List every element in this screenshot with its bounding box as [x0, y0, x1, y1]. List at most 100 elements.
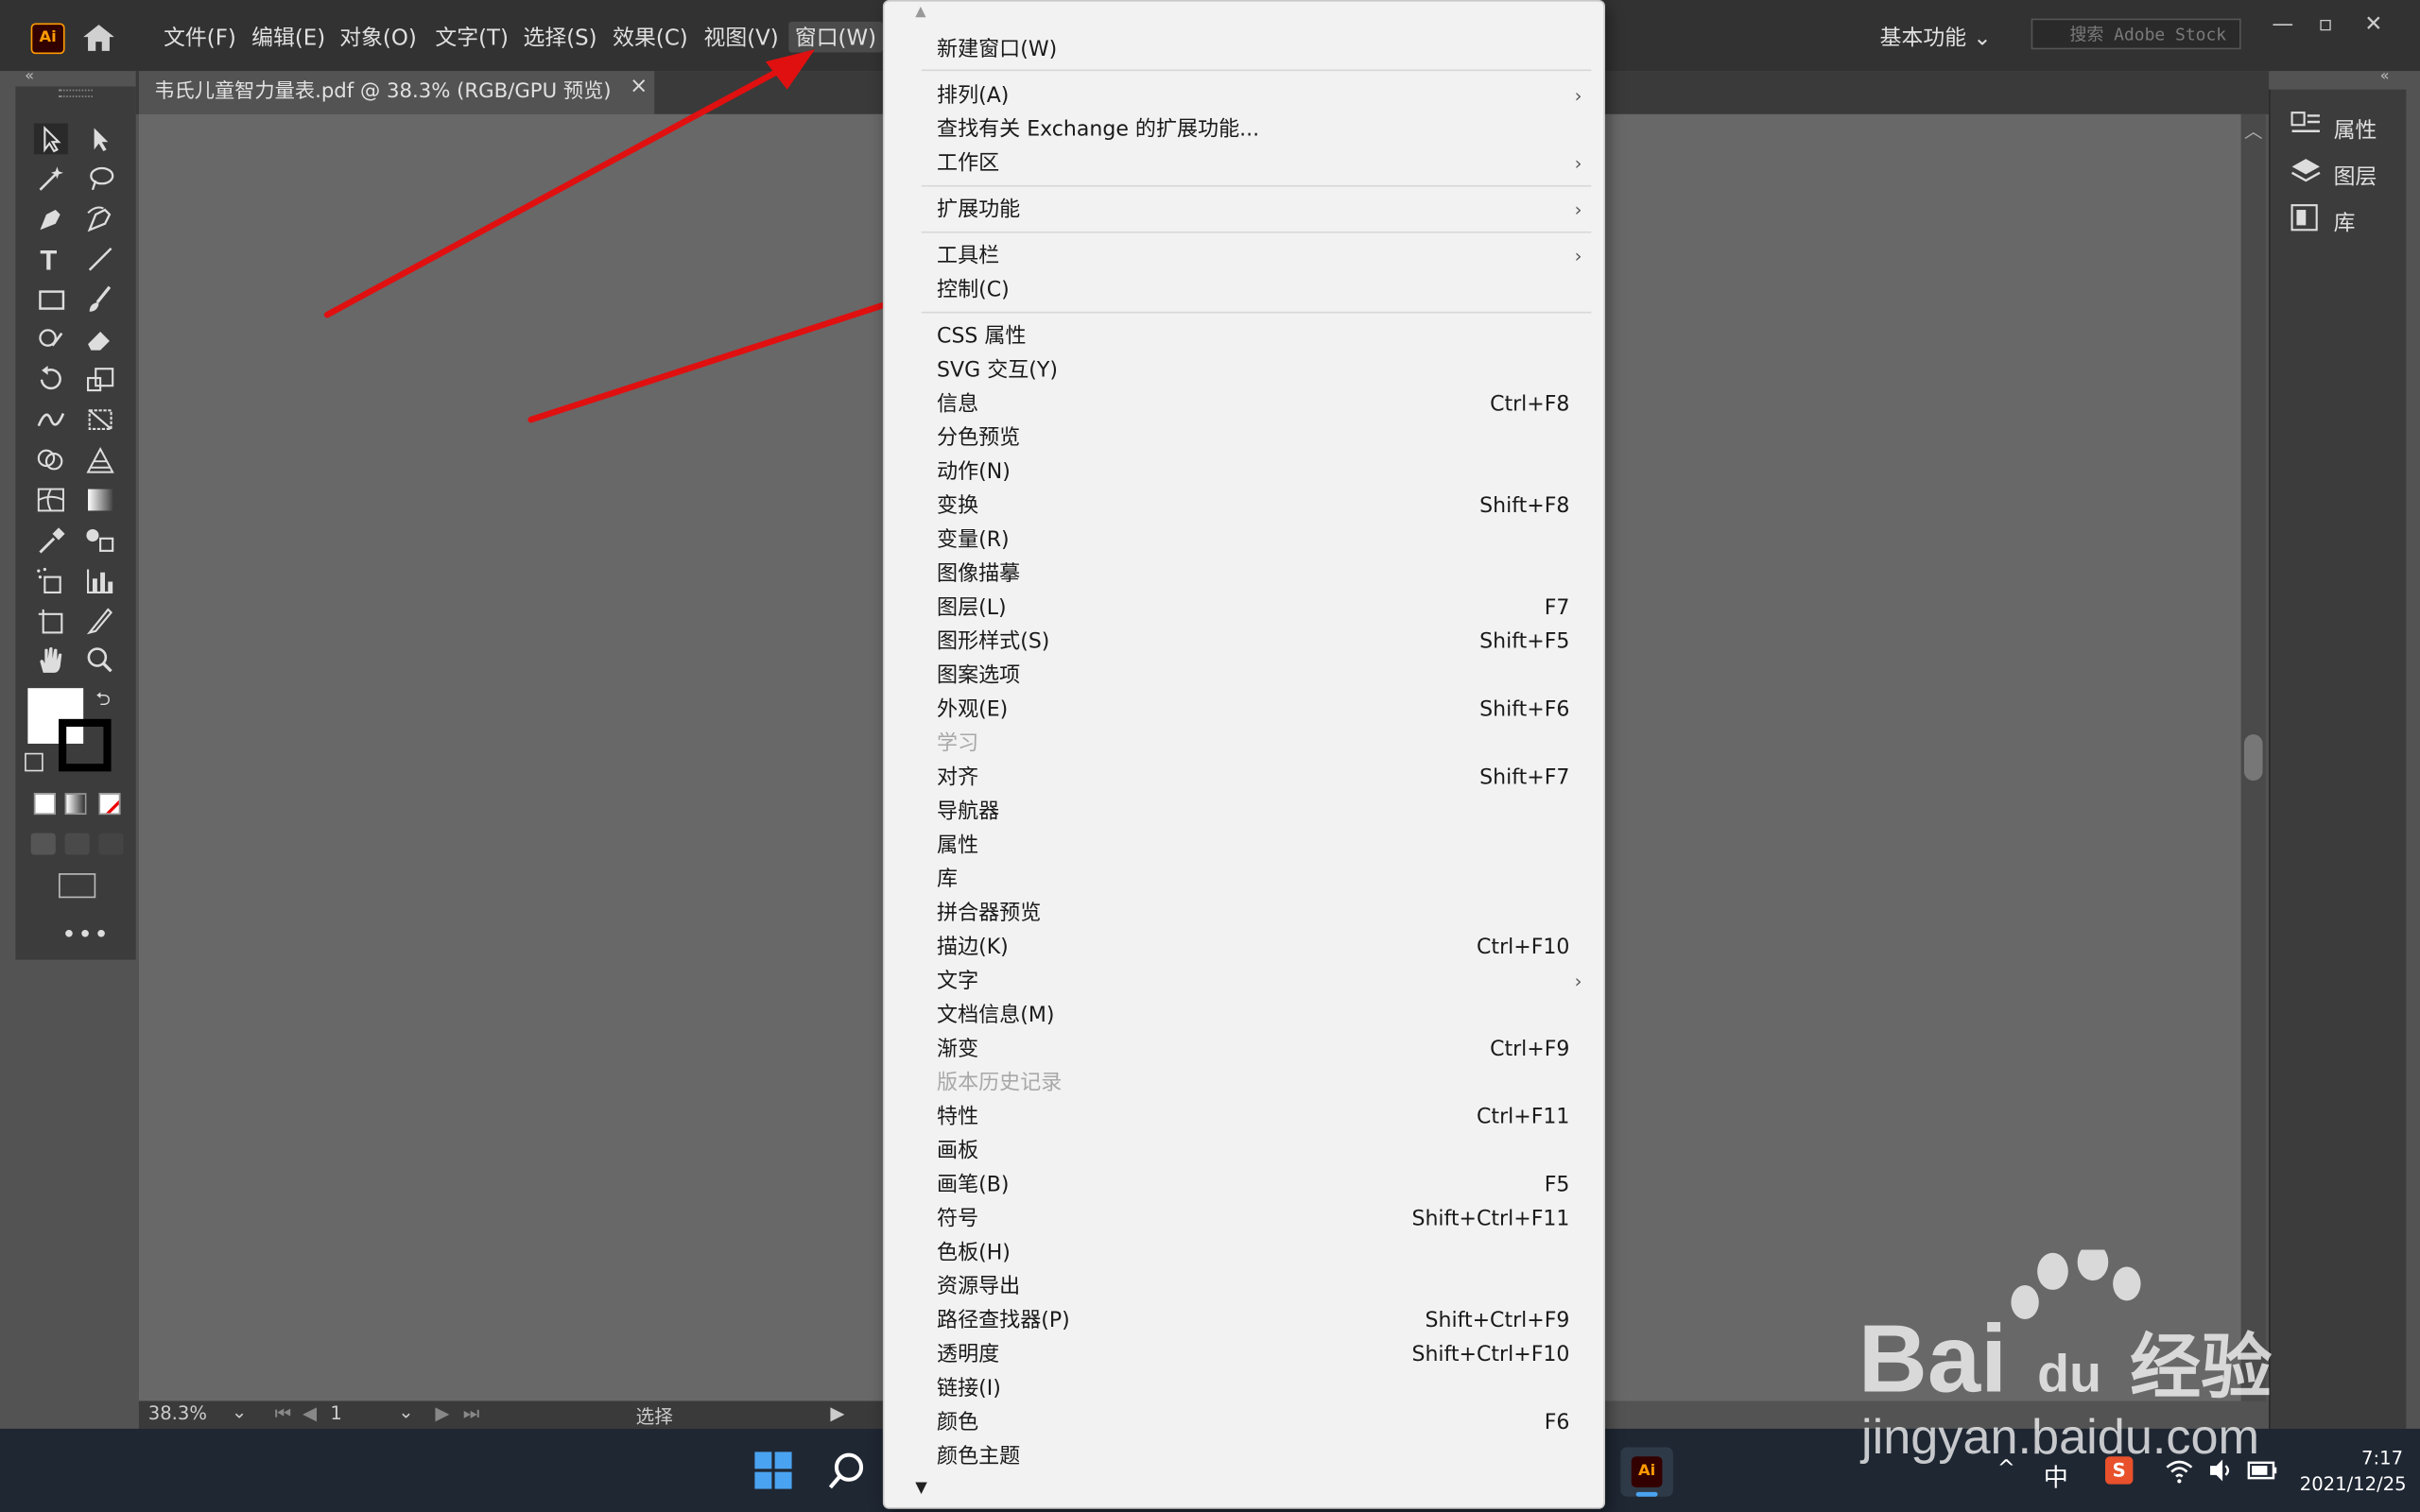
layers-icon[interactable] [2290, 158, 2322, 185]
menu-scroll-down-icon[interactable]: ▼ [915, 1480, 927, 1497]
zoom-level-field[interactable]: 38.3% [148, 1402, 207, 1424]
menu-item-navigator[interactable]: 导航器 [937, 795, 1569, 829]
menu-item-pattern-options[interactable]: 图案选项 [937, 659, 1569, 693]
draw-behind-icon[interactable] [64, 833, 90, 855]
panel-layers[interactable]: 图层 [2334, 161, 2377, 192]
menu-item-asset-export[interactable]: 资源导出 [937, 1270, 1569, 1304]
workspace-switcher[interactable]: 基本功能 ⌄ [1880, 22, 1992, 53]
selection-tool-icon[interactable] [33, 123, 68, 155]
paintbrush-tool-icon[interactable] [83, 284, 117, 315]
windows-start-icon[interactable] [753, 1451, 793, 1490]
scrollbar-thumb[interactable] [2243, 734, 2263, 782]
free-transform-tool-icon[interactable] [83, 404, 117, 436]
menu-edit[interactable]: 编辑(E) [251, 22, 325, 53]
menu-item-workspace[interactable]: 工作区 › [937, 146, 1582, 180]
menu-item-document-info[interactable]: 文档信息(M) [937, 998, 1569, 1032]
menu-item-transparency[interactable]: 透明度 Shift+Ctrl+F10 [937, 1338, 1569, 1372]
scale-tool-icon[interactable] [83, 364, 117, 395]
properties-icon[interactable] [2290, 112, 2322, 139]
menu-item-control[interactable]: 控制(C) [937, 273, 1569, 307]
menu-item-brushes[interactable]: 画笔(B) F5 [937, 1168, 1569, 1202]
menu-item-css-properties[interactable]: CSS 属性 [937, 319, 1569, 353]
menu-item-flattener-preview[interactable]: 拼合器预览 [937, 897, 1569, 931]
magic-wand-icon[interactable] [34, 163, 68, 195]
curvature-tool-icon[interactable] [83, 204, 117, 235]
color-mode-icon[interactable] [33, 793, 56, 816]
eyedropper-tool-icon[interactable] [34, 524, 68, 556]
menu-item-appearance[interactable]: 外观(E) Shift+F6 [937, 693, 1569, 727]
menu-item-graphic-styles[interactable]: 图形样式(S) Shift+F5 [937, 625, 1569, 659]
artboard-number-field[interactable]: 1 [330, 1402, 341, 1424]
rotate-tool-icon[interactable] [34, 364, 68, 395]
screen-mode-icon[interactable] [59, 873, 96, 899]
menu-object[interactable]: 对象(O) [339, 22, 417, 53]
collapse-right-icon[interactable]: « [2380, 68, 2390, 85]
taskbar-search-icon[interactable] [827, 1451, 867, 1490]
menu-item-color-themes[interactable]: 颜色主题 [937, 1439, 1569, 1473]
swap-colors-icon[interactable]: ⮌ [95, 685, 111, 717]
line-tool-icon[interactable] [83, 244, 117, 275]
menu-item-swatches[interactable]: 色板(H) [937, 1236, 1569, 1270]
stroke-color-swatch[interactable] [59, 718, 112, 772]
menu-item-new-window[interactable]: 新建窗口(W) [937, 32, 1569, 66]
type-tool-icon[interactable]: T [34, 244, 68, 275]
lasso-tool-icon[interactable] [83, 163, 117, 195]
menu-item-pathfinder[interactable]: 路径查找器(P) Shift+Ctrl+F9 [937, 1304, 1569, 1338]
rectangle-tool-icon[interactable] [34, 284, 68, 315]
shaper-tool-icon[interactable] [34, 324, 68, 355]
status-menu-icon[interactable]: ▶ [830, 1402, 844, 1424]
menu-select[interactable]: 选择(S) [523, 22, 596, 53]
menu-view[interactable]: 视图(V) [704, 22, 779, 53]
menu-item-attributes[interactable]: 特性 Ctrl+F11 [937, 1100, 1569, 1134]
next-artboard-icon[interactable]: ▶ [435, 1402, 449, 1424]
menu-item-stroke[interactable]: 描边(K) Ctrl+F10 [937, 931, 1569, 965]
mesh-tool-icon[interactable] [34, 485, 68, 516]
taskbar-illustrator-button[interactable]: Ai [1620, 1447, 1673, 1497]
default-colors-icon[interactable] [25, 752, 43, 772]
blend-tool-icon[interactable] [83, 524, 117, 556]
minimize-icon[interactable]: — [2272, 12, 2293, 37]
menu-item-image-trace[interactable]: 图像描摹 [937, 557, 1569, 591]
symbol-sprayer-tool-icon[interactable] [34, 565, 68, 596]
menu-item-layers[interactable]: 图层(L) F7 [937, 591, 1569, 625]
gradient-mode-icon[interactable] [64, 793, 87, 816]
shape-builder-tool-icon[interactable] [34, 444, 68, 475]
menu-item-color[interactable]: 颜色 F6 [937, 1405, 1569, 1439]
menu-item-links[interactable]: 链接(I) [937, 1371, 1569, 1405]
menu-item-properties[interactable]: 属性 [937, 829, 1569, 863]
menu-item-variables[interactable]: 变量(R) [937, 523, 1569, 557]
menu-item-arrange[interactable]: 排列(A) › [937, 78, 1582, 112]
first-artboard-icon[interactable]: ⏮ [275, 1402, 292, 1425]
menu-effect[interactable]: 效果(C) [613, 22, 688, 53]
menu-item-type[interactable]: 文字 › [937, 964, 1582, 998]
draw-inside-icon[interactable] [98, 833, 124, 855]
menu-item-separations-preview[interactable]: 分色预览 [937, 421, 1569, 455]
menu-window[interactable]: 窗口(W) [788, 21, 883, 53]
hand-tool-icon[interactable] [34, 644, 68, 676]
pen-tool-icon[interactable] [34, 204, 68, 235]
column-graph-tool-icon[interactable] [83, 565, 117, 596]
previous-artboard-icon[interactable]: ◀ [302, 1402, 317, 1424]
menu-item-extensions[interactable]: 扩展功能 › [937, 193, 1582, 227]
maximize-icon[interactable]: ▫ [2318, 12, 2333, 37]
menu-type[interactable]: 文字(T) [435, 22, 509, 53]
artboard-dropdown-icon[interactable]: ⌄ [398, 1400, 413, 1422]
menu-item-find-extensions[interactable]: 查找有关 Exchange 的扩展功能... [937, 112, 1569, 146]
close-tab-icon[interactable]: × [630, 74, 648, 98]
menu-item-toolbars[interactable]: 工具栏 › [937, 239, 1582, 273]
zoom-dropdown-icon[interactable]: ⌄ [232, 1400, 247, 1422]
menu-item-transform[interactable]: 变换 Shift+F8 [937, 490, 1569, 524]
vertical-scrollbar[interactable] [2240, 113, 2266, 1401]
menu-item-align[interactable]: 对齐 Shift+F7 [937, 761, 1569, 795]
none-mode-icon[interactable] [98, 793, 121, 816]
eraser-tool-icon[interactable] [83, 324, 117, 355]
draw-normal-icon[interactable] [30, 833, 56, 855]
more-tools-icon[interactable]: ••• [61, 919, 110, 949]
last-artboard-icon[interactable]: ⏭ [463, 1402, 480, 1425]
menu-item-libraries[interactable]: 库 [937, 863, 1569, 897]
perspective-grid-tool-icon[interactable] [83, 444, 117, 475]
menu-item-svg-interactivity[interactable]: SVG 交互(Y) [937, 353, 1569, 387]
close-window-icon[interactable]: ✕ [2364, 12, 2382, 37]
width-tool-icon[interactable] [34, 404, 68, 436]
direct-selection-tool-icon[interactable] [83, 124, 117, 155]
